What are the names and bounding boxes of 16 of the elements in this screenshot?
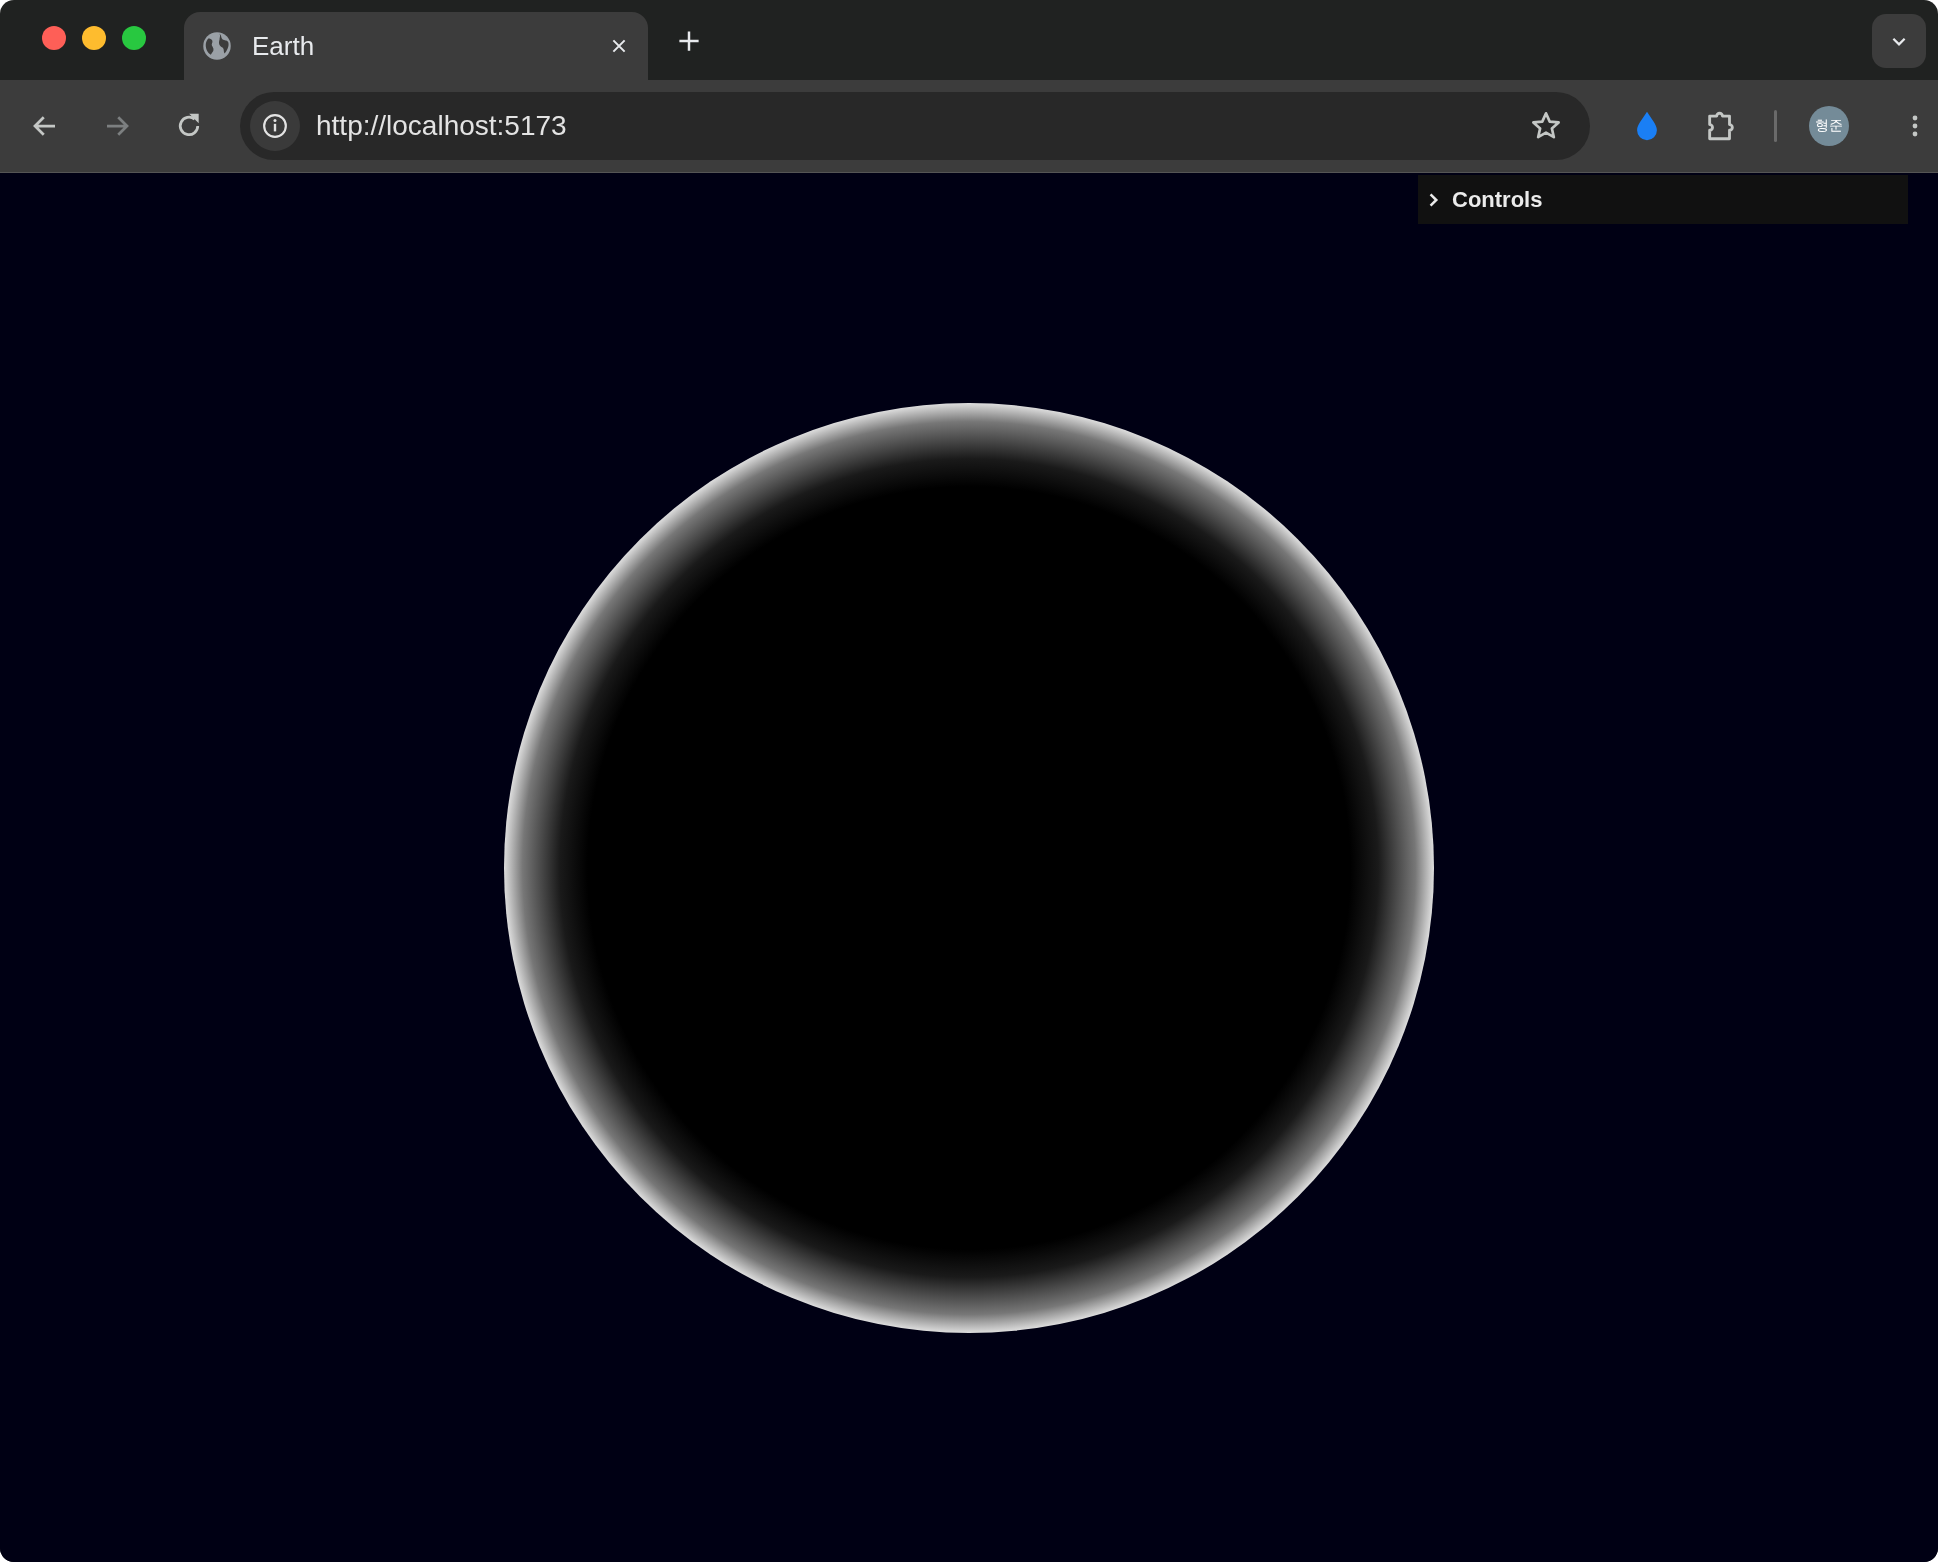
minimize-window-button[interactable] xyxy=(82,26,106,50)
maximize-window-button[interactable] xyxy=(122,26,146,50)
more-menu-icon[interactable] xyxy=(1911,113,1919,139)
globe-icon xyxy=(202,31,232,61)
close-tab-icon[interactable] xyxy=(610,37,628,55)
new-tab-icon[interactable] xyxy=(678,30,700,52)
caret-icon xyxy=(1428,191,1440,208)
browser-tab[interactable]: Earth xyxy=(184,12,648,80)
site-info-icon[interactable] xyxy=(250,101,300,151)
tab-title: Earth xyxy=(252,30,316,62)
profile-avatar[interactable]: 형준 xyxy=(1809,106,1849,146)
url-text: http://localhost:5173 xyxy=(316,110,568,142)
controls-header[interactable]: Controls xyxy=(1418,175,1908,224)
close-window-button[interactable] xyxy=(42,26,66,50)
address-bar[interactable]: http://localhost:5173 xyxy=(240,92,1590,160)
controls-title: Controls xyxy=(1452,186,1543,213)
